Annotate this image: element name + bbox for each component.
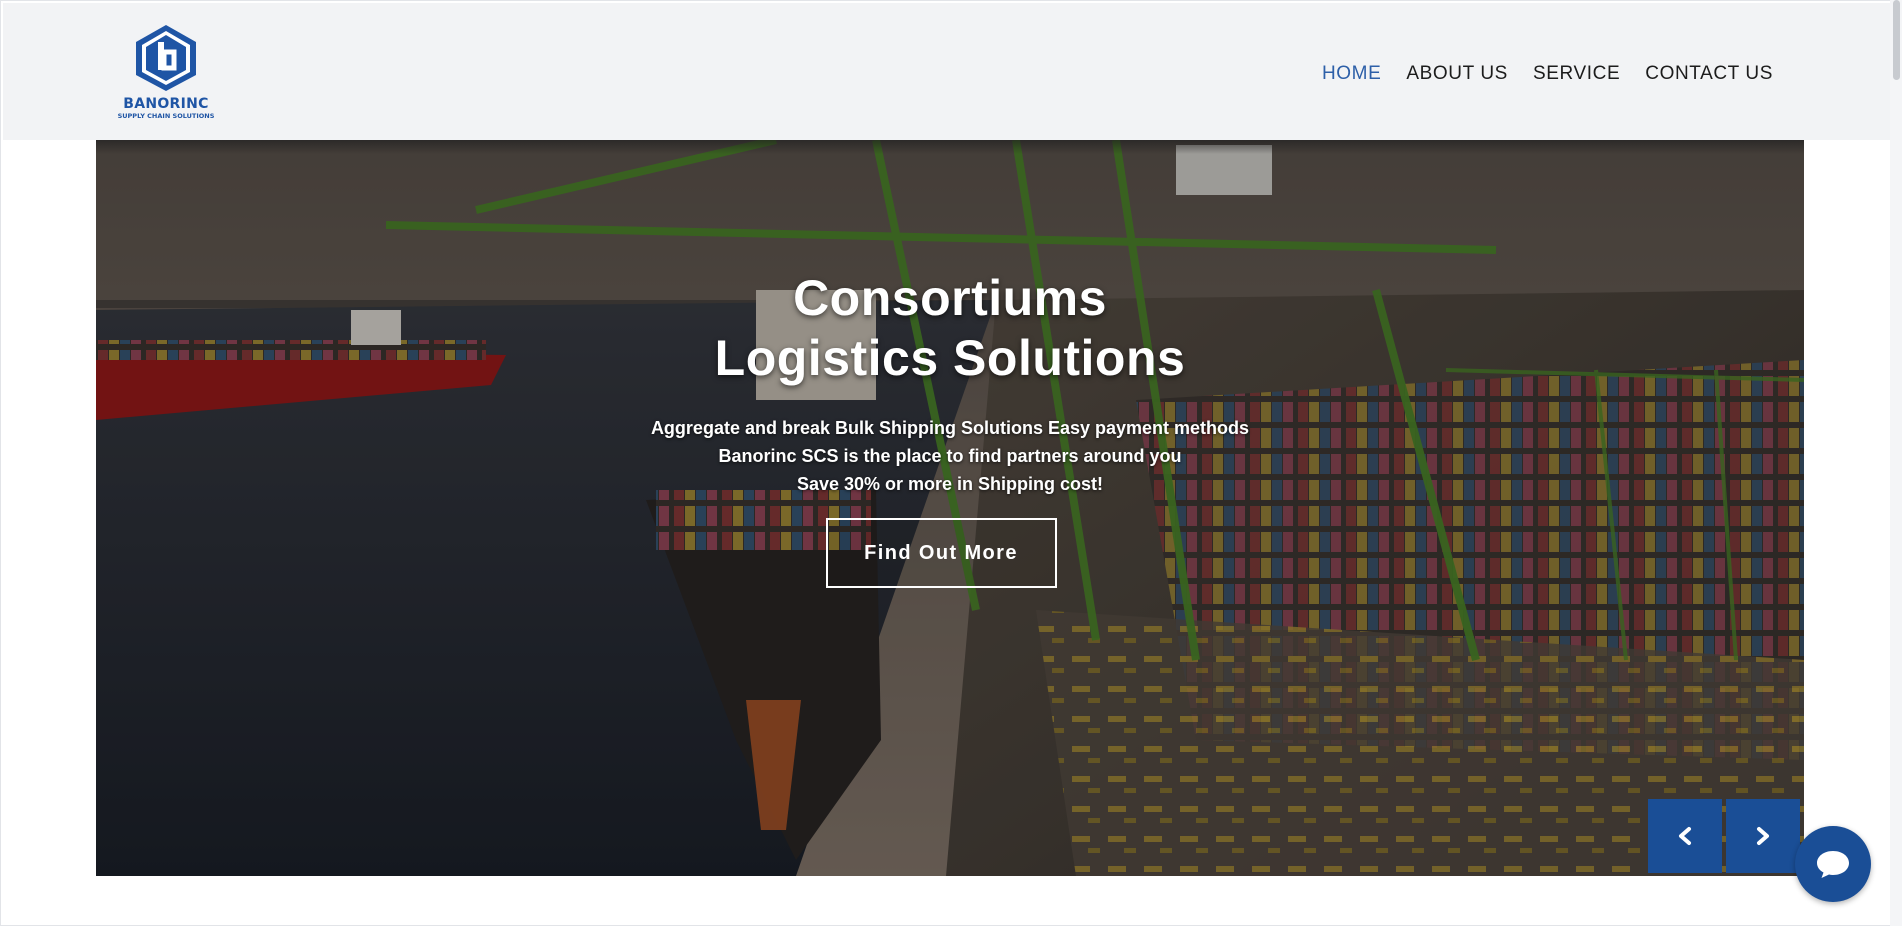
- nav-item-contact-us[interactable]: CONTACT US: [1645, 63, 1773, 85]
- hero-content: Consortiums Logistics Solutions Aggregat…: [96, 268, 1804, 588]
- scrollbar-thumb[interactable]: [1893, 0, 1900, 80]
- nav-item-service[interactable]: SERVICE: [1533, 63, 1620, 85]
- find-out-more-button[interactable]: Find Out More: [825, 518, 1057, 588]
- slider-next-button[interactable]: [1726, 799, 1800, 873]
- chevron-right-icon: [1757, 827, 1769, 845]
- nav-item-about-us[interactable]: ABOUT US: [1406, 63, 1508, 85]
- hero-title: Consortiums Logistics Solutions: [96, 268, 1804, 388]
- brand-logo[interactable]: BANORINC SUPPLY CHAIN SOLUTIONS: [116, 23, 216, 128]
- header-drop-shadow: [96, 140, 1804, 154]
- slider-prev-button[interactable]: [1648, 799, 1722, 873]
- chevron-left-icon: [1679, 827, 1691, 845]
- hero-title-line-2: Logistics Solutions: [714, 330, 1186, 386]
- hero-subtitle-line-1: Aggregate and break Bulk Shipping Soluti…: [650, 418, 1250, 438]
- nav-item-home[interactable]: HOME: [1322, 63, 1381, 85]
- page-scrollbar[interactable]: [1890, 0, 1902, 926]
- hero-subtitle: Aggregate and break Bulk Shipping Soluti…: [96, 414, 1804, 498]
- main-nav: HOME ABOUT US SERVICE CONTACT US: [1322, 63, 1773, 85]
- hero-subtitle-line-2: Banorinc SCS is the place to find partne…: [718, 446, 1182, 466]
- chat-bubble-icon: [1817, 851, 1849, 878]
- hero-slider: Consortiums Logistics Solutions Aggregat…: [96, 140, 1804, 876]
- brand-tagline: SUPPLY CHAIN SOLUTIONS: [117, 112, 215, 120]
- hero-subtitle-line-3: Save 30% or more in Shipping cost!: [796, 474, 1104, 494]
- site-header: BANORINC SUPPLY CHAIN SOLUTIONS HOME ABO…: [3, 3, 1893, 140]
- banorinc-hexagon-icon: [136, 25, 196, 91]
- hero-title-line-1: Consortiums: [793, 270, 1107, 326]
- brand-name: BANORINC: [123, 96, 209, 112]
- chat-widget-button[interactable]: [1795, 826, 1871, 902]
